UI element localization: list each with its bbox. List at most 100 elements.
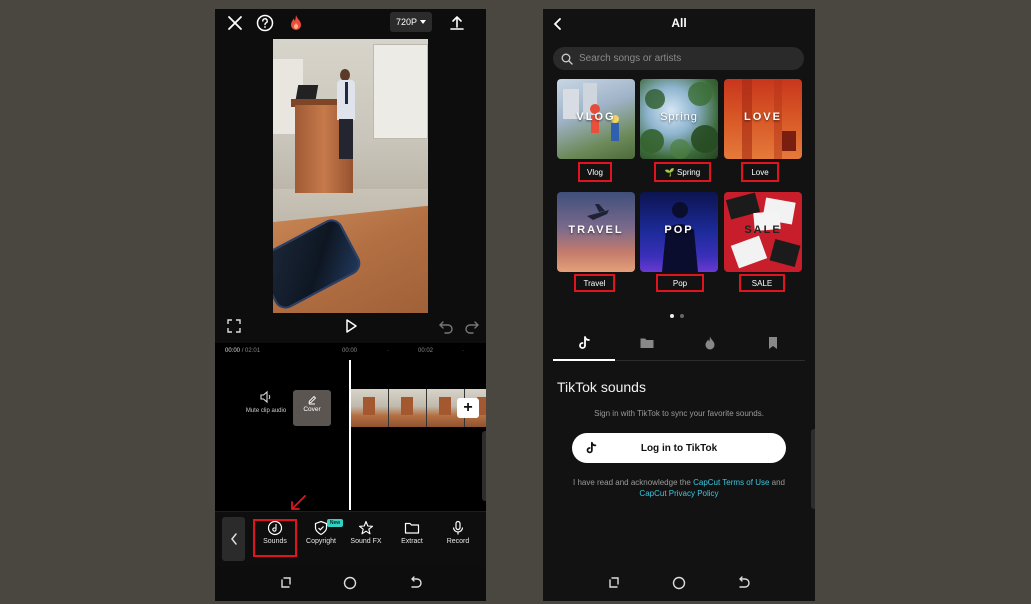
help-icon[interactable] — [255, 13, 275, 33]
export-icon[interactable] — [447, 13, 467, 33]
page-dot[interactable] — [680, 314, 684, 318]
bookmark-icon — [769, 337, 777, 349]
page-dot-active — [670, 314, 674, 318]
folder-icon — [640, 338, 654, 348]
new-badge: New — [327, 519, 343, 527]
search-bar[interactable] — [553, 47, 804, 70]
side-handle[interactable] — [482, 431, 486, 501]
login-label: Log in to TikTok — [640, 442, 718, 454]
system-nav-bar — [215, 569, 486, 601]
add-clip-button[interactable]: + — [457, 398, 479, 418]
category-art-text: LOVE — [744, 111, 782, 123]
playback-controls — [215, 314, 486, 338]
time-mark-dot: · — [387, 348, 389, 354]
category-love[interactable]: LOVE — [724, 79, 802, 159]
side-handle[interactable] — [811, 429, 815, 509]
library-tabs — [553, 329, 805, 361]
tab-tiktok[interactable] — [553, 335, 615, 359]
audio-toolbar: Sounds Copyright New Sound FX Extract Re… — [215, 495, 486, 566]
toolbar-back-button[interactable] — [222, 517, 245, 561]
search-icon — [561, 53, 573, 65]
search-input[interactable] — [579, 53, 779, 64]
back-icon[interactable] — [407, 575, 423, 591]
resolution-button[interactable]: 720P — [390, 12, 432, 32]
microphone-icon — [452, 520, 464, 535]
cover-label: Cover — [303, 406, 321, 413]
caret-down-icon — [420, 20, 427, 24]
record-label: Record — [446, 538, 470, 545]
privacy-policy-link[interactable]: CapCut Privacy Policy — [639, 489, 718, 498]
home-icon[interactable] — [671, 575, 687, 591]
extract-label: Extract — [401, 538, 423, 545]
editor-screen: 720P 00:00 / 02:01 00:00 · 00:02 · Mute … — [215, 9, 486, 601]
library-header: All — [543, 9, 815, 39]
sound-fx-label: Sound FX — [350, 538, 382, 545]
category-label-pop: Pop — [656, 274, 704, 292]
page-title: All — [671, 16, 687, 30]
star-sparkle-icon — [358, 520, 374, 535]
flame-icon — [705, 336, 715, 350]
folder-icon — [404, 522, 420, 534]
video-preview[interactable] — [273, 39, 428, 313]
category-art-text: TRAVEL — [568, 224, 624, 236]
tiktok-sounds-section: TikTok sounds Sign in with TikTok to syn… — [557, 379, 801, 418]
tiktok-icon — [586, 441, 597, 454]
category-art-text: Spring — [660, 111, 698, 123]
sounds-highlight-box — [253, 519, 297, 557]
carousel-page-indicator — [670, 305, 690, 323]
red-arrow-annotation — [291, 495, 306, 510]
section-title: TikTok sounds — [557, 379, 646, 395]
time-mark-dot: · — [462, 348, 464, 354]
recent-apps-icon[interactable] — [278, 575, 294, 591]
chevron-left-icon — [230, 533, 237, 545]
copyright-label: Copyright — [306, 538, 336, 545]
category-spring[interactable]: Spring — [640, 79, 718, 159]
system-nav-bar — [543, 569, 815, 601]
category-art-text: POP — [664, 224, 694, 236]
category-art-text: SALE — [744, 224, 782, 236]
tab-folder[interactable] — [616, 335, 678, 359]
category-label-love: Love — [741, 162, 779, 182]
category-label-vlog: Vlog — [578, 162, 612, 182]
category-label-spring: 🌱 Spring — [654, 162, 711, 182]
mute-clip-audio-button[interactable]: Mute clip audio — [243, 390, 289, 414]
tiktok-icon — [579, 336, 590, 349]
terms-notice: I have read and acknowledge the CapCut T… — [573, 478, 785, 498]
speaker-icon — [260, 390, 271, 404]
extract-button[interactable]: Extract — [389, 518, 435, 558]
play-icon[interactable] — [342, 317, 360, 335]
home-icon[interactable] — [342, 575, 358, 591]
playhead[interactable] — [349, 360, 351, 510]
category-travel[interactable]: TRAVEL — [557, 192, 635, 272]
editor-top-bar: 720P — [215, 9, 486, 37]
fullscreen-icon[interactable] — [225, 317, 243, 335]
recent-apps-icon[interactable] — [606, 575, 622, 591]
sounds-library-screen: All VLOG Spring LOVE Vlog 🌱 Spring Love … — [543, 9, 815, 601]
redo-icon[interactable] — [463, 317, 481, 335]
category-pop[interactable]: POP — [640, 192, 718, 272]
close-icon[interactable] — [225, 13, 245, 33]
category-art-text: VLOG — [576, 111, 616, 123]
timecode: 00:00 / 02:01 — [225, 348, 261, 354]
sound-fx-button[interactable]: Sound FX — [343, 518, 389, 558]
undo-icon[interactable] — [437, 317, 455, 335]
cover-button[interactable]: Cover — [293, 390, 331, 426]
resolution-label: 720P — [395, 17, 418, 27]
timeline[interactable]: 00:00 / 02:01 00:00 · 00:02 · Mute clip … — [215, 343, 486, 511]
mute-clip-audio-label: Mute clip audio — [245, 408, 287, 414]
time-mark: 00:02 — [418, 348, 434, 354]
category-label-travel: Travel — [574, 274, 615, 292]
back-icon[interactable] — [735, 575, 751, 591]
terms-of-use-link[interactable]: CapCut Terms of Use — [693, 478, 769, 487]
whiteboard — [373, 44, 428, 139]
tab-trending[interactable] — [679, 335, 741, 359]
time-mark: 00:00 — [342, 348, 358, 354]
category-sale[interactable]: SALE — [724, 192, 802, 272]
tab-saved[interactable] — [742, 335, 804, 359]
edit-pencil-icon — [308, 395, 317, 405]
login-tiktok-button[interactable]: Log in to TikTok — [572, 433, 786, 463]
category-label-sale: SALE — [739, 274, 785, 292]
category-vlog[interactable]: VLOG — [557, 79, 635, 159]
record-button[interactable]: Record — [435, 518, 481, 558]
fire-icon[interactable] — [286, 13, 306, 33]
